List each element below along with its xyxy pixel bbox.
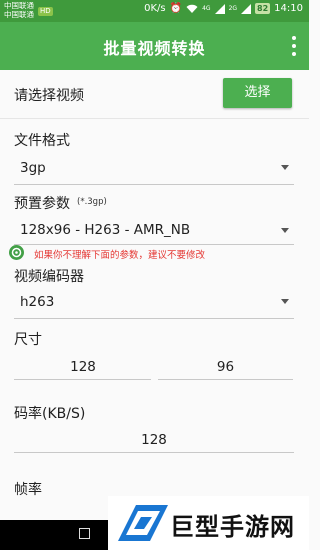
more-options-icon[interactable] bbox=[291, 36, 297, 56]
signal-4g-label: 4G bbox=[202, 5, 211, 12]
warning-text: 如果你不理解下面的参数，建议不要修改 bbox=[34, 250, 206, 261]
file-format-value: 3gp bbox=[20, 160, 46, 176]
alarm-icon: ⏰ bbox=[169, 3, 183, 14]
battery-icon: 82 bbox=[255, 3, 271, 14]
choose-video-button[interactable]: 选择 bbox=[223, 78, 292, 108]
width-input-underline bbox=[14, 379, 151, 380]
network-speed: 0K/s bbox=[144, 3, 166, 14]
watermark-logo bbox=[114, 501, 170, 545]
height-input-underline bbox=[158, 379, 293, 380]
preset-value: 128x96 - H263 - AMR_NB bbox=[20, 222, 191, 238]
video-codec-value: h263 bbox=[20, 294, 55, 310]
chevron-down-icon bbox=[281, 299, 289, 304]
signal-2g-label: 2G bbox=[228, 5, 238, 12]
dropdown-underline bbox=[14, 244, 294, 245]
hd-badge: HD bbox=[38, 7, 53, 16]
dropdown-underline bbox=[14, 318, 294, 319]
framerate-label: 帧率 bbox=[14, 482, 42, 498]
clock: 14:10 bbox=[274, 3, 303, 14]
carrier-info: 中国联通 中国联通 bbox=[4, 1, 34, 19]
recent-apps-icon[interactable] bbox=[79, 528, 90, 539]
chevron-down-icon bbox=[281, 165, 289, 170]
bitrate-input-underline bbox=[14, 452, 294, 453]
wifi-icon bbox=[186, 4, 198, 13]
status-indicators: 0K/s ⏰ 4G 2G 82 14:10 bbox=[144, 3, 303, 14]
warning-icon bbox=[9, 245, 24, 260]
signal-icon-2 bbox=[241, 3, 252, 14]
divider bbox=[0, 118, 309, 119]
select-video-label: 请选择视频 bbox=[14, 88, 84, 104]
preset-label: 预置参数 bbox=[14, 196, 70, 212]
width-input[interactable]: 128 bbox=[14, 359, 152, 375]
dropdown-underline bbox=[14, 184, 294, 185]
signal-icon bbox=[214, 3, 225, 14]
chevron-down-icon bbox=[281, 228, 289, 233]
size-label: 尺寸 bbox=[14, 332, 42, 348]
bitrate-input[interactable]: 128 bbox=[14, 432, 294, 448]
watermark-text: 巨型手游网 bbox=[170, 513, 295, 541]
carrier-line-1: 中国联通 bbox=[4, 1, 34, 10]
preset-hint: (*.3gp) bbox=[77, 197, 107, 207]
app-bar: 批量视频转换 bbox=[0, 22, 309, 70]
video-codec-label: 视频编码器 bbox=[14, 269, 84, 285]
file-format-label: 文件格式 bbox=[14, 133, 70, 149]
bitrate-label: 码率(KB/S) bbox=[14, 406, 86, 422]
page-title: 批量视频转换 bbox=[103, 39, 206, 58]
status-bar: 中国联通 中国联通 HD 0K/s ⏰ 4G 2G 82 14:10 bbox=[0, 0, 309, 22]
carrier-line-2: 中国联通 bbox=[4, 10, 34, 19]
height-input[interactable]: 96 bbox=[158, 359, 293, 375]
